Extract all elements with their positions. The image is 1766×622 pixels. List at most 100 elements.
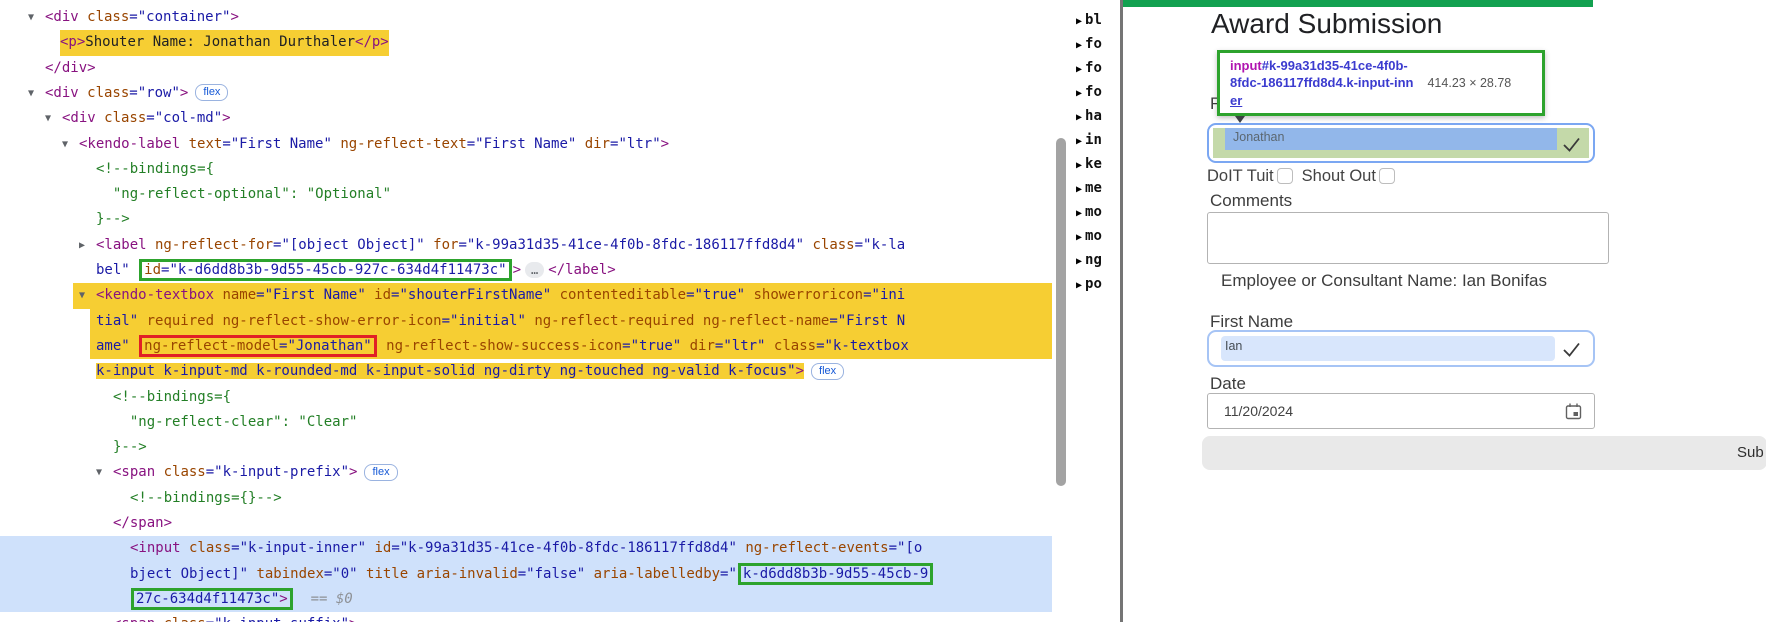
code-tag: <div bbox=[45, 9, 79, 25]
flex-badge[interactable]: flex bbox=[364, 464, 397, 481]
code-val: ="First Name" bbox=[256, 287, 366, 303]
strip-item-label: ke bbox=[1085, 156, 1102, 172]
dom-tree-line[interactable]: <!--bindings={ bbox=[0, 385, 1052, 410]
dom-tree-line[interactable]: ▼<div class="row">flex bbox=[0, 81, 1052, 106]
dom-tree-line[interactable]: ▶<label ng-reflect-for="[object Object]"… bbox=[0, 233, 1052, 258]
dom-tree-line[interactable]: ▼<div class="container"> bbox=[0, 5, 1052, 30]
valid-check-icon bbox=[1562, 340, 1581, 359]
strip-item[interactable]: ▶fo bbox=[1076, 81, 1102, 103]
collapsed-arrow-icon[interactable]: ▶ bbox=[1076, 16, 1082, 27]
dom-tree-line[interactable]: bel" id="k-d6dd8b3b-9d55-45cb-927c-634d4… bbox=[0, 258, 1052, 283]
date-input[interactable]: 11/20/2024 bbox=[1207, 393, 1595, 429]
tooltip-tag: input bbox=[1230, 58, 1262, 73]
code-val: ="Jonathan" bbox=[279, 338, 372, 354]
dom-tree-line[interactable]: "ng-reflect-optional": "Optional" bbox=[0, 182, 1052, 207]
strip-item[interactable]: ▶ha bbox=[1076, 105, 1102, 127]
dom-tree-line-content: <kendo-label text="First Name" ng-reflec… bbox=[79, 132, 669, 157]
dom-tree-line[interactable]: <input class="k-input-inner" id="k-99a31… bbox=[0, 536, 1052, 561]
dom-tree-line[interactable]: <p>Shouter Name: Jonathan Durthaler</p> bbox=[0, 30, 1052, 55]
collapsed-arrow-icon[interactable]: ▶ bbox=[1076, 256, 1082, 267]
dom-tree-line[interactable]: ▼<span class="k-input-prefix">flex bbox=[0, 460, 1052, 485]
shout-out-checkbox[interactable] bbox=[1379, 168, 1395, 184]
dom-tree-line[interactable]: }--> bbox=[0, 207, 1052, 232]
dom-tree-line[interactable]: tial" required ng-reflect-show-error-ico… bbox=[0, 309, 1052, 334]
code-tag: </div> bbox=[45, 60, 96, 76]
strip-item[interactable]: ▶mo bbox=[1076, 225, 1102, 247]
strip-item[interactable]: ▶po bbox=[1076, 273, 1102, 295]
code-attr: title bbox=[358, 566, 409, 582]
dom-tree-line[interactable]: k-input k-input-md k-rounded-md k-input-… bbox=[0, 359, 1052, 384]
expanded-arrow-icon[interactable]: ▼ bbox=[45, 106, 51, 131]
calendar-icon[interactable] bbox=[1565, 403, 1582, 420]
valid-check-icon bbox=[1562, 135, 1581, 154]
collapsed-arrow-icon[interactable]: ▶ bbox=[1076, 184, 1082, 195]
code-tag: <input bbox=[130, 540, 181, 556]
code-val: bel" bbox=[96, 262, 138, 278]
doit-tuit-checkbox[interactable] bbox=[1277, 168, 1293, 184]
expand-ellipsis-button[interactable]: … bbox=[525, 262, 544, 278]
strip-item[interactable]: ▶bl bbox=[1076, 9, 1102, 31]
flex-badge[interactable]: flex bbox=[195, 84, 228, 101]
dom-tree-line[interactable]: ▼ <kendo-label text="First Name" ng-refle… bbox=[0, 132, 1052, 157]
dom-tree-line[interactable]: 27c-634d4f11473c"> == $0 bbox=[0, 587, 1052, 612]
code-com: "ng-reflect-clear": "Clear" bbox=[113, 414, 357, 430]
flex-badge[interactable]: flex bbox=[811, 363, 844, 380]
expanded-arrow-icon[interactable]: ▼ bbox=[96, 460, 102, 485]
dom-tree-line[interactable]: ▼<div class="col-md"> bbox=[0, 106, 1052, 131]
strip-item[interactable]: ▶fo bbox=[1076, 57, 1102, 79]
code-val: 27c-634d4f11473c" bbox=[136, 591, 279, 607]
dom-tree-line[interactable]: ▼<kendo-textbox name="First Name" id="sh… bbox=[0, 283, 1052, 308]
code-val: ame" bbox=[96, 338, 138, 354]
collapsed-arrow-icon[interactable]: ▶ bbox=[1076, 40, 1082, 51]
doit-tuit-label: DoIT Tuit bbox=[1207, 167, 1274, 186]
collapsed-arrow-icon[interactable]: ▶ bbox=[1076, 112, 1082, 123]
collapsed-arrow-icon[interactable]: ▶ bbox=[1076, 208, 1082, 219]
first-name-input[interactable]: Jonathan bbox=[1207, 123, 1595, 163]
dom-tree-line[interactable]: </span> bbox=[0, 511, 1052, 536]
strip-item-label: ha bbox=[1085, 108, 1102, 124]
tooltip-selector-line1: input#k-99a31d35-41ce-4f0b- bbox=[1230, 57, 1532, 74]
collapsed-arrow-icon[interactable]: ▶ bbox=[1076, 136, 1082, 147]
collapsed-arrow-icon[interactable]: ▶ bbox=[1076, 88, 1082, 99]
strip-item[interactable]: ▶in bbox=[1076, 129, 1102, 151]
collapsed-arrow-icon[interactable]: ▶ bbox=[1076, 160, 1082, 171]
collapsed-arrow-icon[interactable]: ▶ bbox=[1076, 232, 1082, 243]
dom-tree-line[interactable]: <span class="k-input-suffix"> bbox=[0, 612, 1052, 622]
code-val: ="initial" bbox=[442, 313, 526, 329]
collapsed-arrow-icon[interactable]: ▶ bbox=[1076, 64, 1082, 75]
dom-tree-line[interactable]: ame" ng-reflect-model="Jonathan" ng-refl… bbox=[0, 334, 1052, 359]
dom-tree-line[interactable]: }--> bbox=[0, 435, 1052, 460]
expanded-arrow-icon[interactable]: ▼ bbox=[62, 132, 68, 157]
code-tag: > bbox=[279, 591, 287, 607]
strip-item[interactable]: ▶mo bbox=[1076, 201, 1102, 223]
strip-item-label: fo bbox=[1085, 60, 1102, 76]
devtools-elements-panel: ▼<div class="container"><p>Shouter Name:… bbox=[0, 0, 1052, 622]
expanded-arrow-icon[interactable]: ▼ bbox=[28, 5, 34, 30]
strip-item[interactable]: ▶ke bbox=[1076, 153, 1102, 175]
collapsed-arrow-icon[interactable]: ▶ bbox=[1076, 280, 1082, 291]
dom-tree-line[interactable]: <!--bindings={}--> bbox=[0, 486, 1052, 511]
code-tag: > bbox=[349, 616, 357, 622]
code-val: ="col-md" bbox=[146, 110, 222, 126]
code-val: ="First Name" bbox=[222, 136, 332, 152]
expanded-arrow-icon[interactable]: ▼ bbox=[28, 81, 34, 106]
expanded-arrow-icon[interactable]: ▼ bbox=[79, 283, 85, 308]
dom-tree-line[interactable]: <!--bindings={ bbox=[0, 157, 1052, 182]
strip-item[interactable]: ▶me bbox=[1076, 177, 1102, 199]
code-val: bject Object]" bbox=[130, 566, 248, 582]
strip-item[interactable]: ▶ng bbox=[1076, 249, 1102, 271]
autofill-highlight bbox=[1221, 336, 1555, 361]
dom-tree-line[interactable]: </div> bbox=[0, 56, 1052, 81]
award-type-checkbox-row: DoIT Tuit Shout Out bbox=[1207, 166, 1404, 186]
devtools-scrollbar[interactable] bbox=[1056, 138, 1066, 486]
dom-tree-line[interactable]: bject Object]" tabindex="0" title aria-i… bbox=[0, 562, 1052, 587]
comments-textarea[interactable] bbox=[1207, 212, 1609, 264]
dom-tree-line[interactable]: "ng-reflect-clear": "Clear" bbox=[0, 410, 1052, 435]
code-val: ="shouterFirstName" bbox=[391, 287, 551, 303]
collapsed-arrow-icon[interactable]: ▶ bbox=[79, 233, 85, 258]
first-name2-input[interactable]: Ian bbox=[1207, 330, 1595, 367]
strip-item[interactable]: ▶fo bbox=[1076, 33, 1102, 55]
dom-tree-line-content: <span class="k-input-suffix"> bbox=[113, 612, 357, 622]
submit-button[interactable]: Sub bbox=[1202, 436, 1766, 470]
code-com: <!--bindings={}--> bbox=[130, 490, 282, 506]
